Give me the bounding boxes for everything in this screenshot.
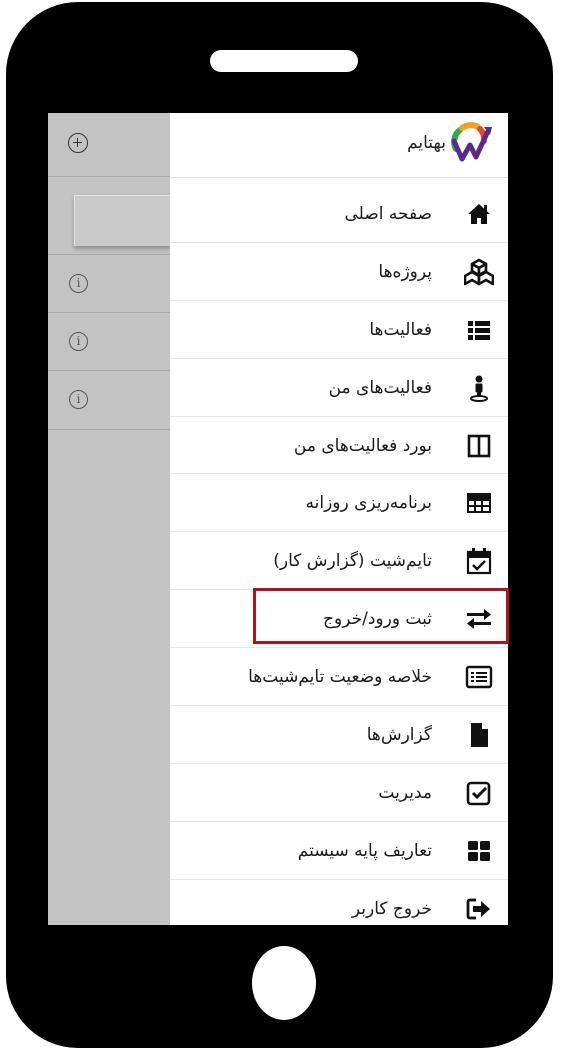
menu-item-label: صفحه اصلی bbox=[344, 203, 432, 224]
menu-item-system-definitions[interactable]: تعاریف پایه سیستم bbox=[170, 822, 508, 880]
table-icon bbox=[464, 488, 494, 518]
info-circle-icon[interactable]: i bbox=[69, 332, 88, 351]
behtime-logo-icon bbox=[451, 122, 492, 162]
divider bbox=[48, 429, 170, 430]
sign-out-icon bbox=[464, 894, 494, 924]
menu-item-timesheet[interactable]: تایم‌شیت (گزارش کار) bbox=[170, 532, 508, 591]
brand-name: بهتایم bbox=[407, 133, 446, 153]
menu-item-activities[interactable]: فعالیت‌ها bbox=[170, 301, 508, 359]
menu-item-label: پروژه‌ها bbox=[378, 261, 432, 282]
plus-circle-icon[interactable] bbox=[68, 133, 88, 153]
menu-item-reports[interactable]: گزارش‌ها bbox=[170, 706, 508, 764]
menu-item-logout[interactable]: خروج کاربر bbox=[170, 880, 508, 925]
info-circle-icon[interactable]: i bbox=[69, 274, 88, 293]
menu-item-label: مدیریت bbox=[378, 782, 432, 803]
divider bbox=[48, 176, 170, 177]
menu-item-home[interactable]: صفحه اصلی bbox=[170, 185, 508, 243]
user-pin-icon bbox=[464, 373, 494, 403]
divider bbox=[48, 254, 170, 255]
drawer-menu: صفحه اصلی پروژه‌ها فعالیت‌ها bbox=[170, 185, 508, 925]
grid-icon bbox=[464, 836, 494, 866]
menu-item-my-activities[interactable]: فعالیت‌های من bbox=[170, 359, 508, 417]
info-circle-icon[interactable]: i bbox=[69, 390, 88, 409]
menu-item-timesheet-summary[interactable]: خلاصه وضعیت تایم‌شیت‌ها bbox=[170, 648, 508, 707]
app-screen: i i i بهتایم صف bbox=[48, 113, 508, 925]
divider bbox=[48, 370, 170, 371]
columns-icon bbox=[464, 431, 494, 461]
menu-item-projects[interactable]: پروژه‌ها bbox=[170, 243, 508, 301]
menu-item-label: تعاریف پایه سیستم bbox=[297, 840, 432, 861]
menu-item-label: خلاصه وضعیت تایم‌شیت‌ها bbox=[248, 667, 432, 688]
menu-item-label: تایم‌شیت (گزارش کار) bbox=[273, 551, 432, 572]
phone-home-button[interactable] bbox=[252, 946, 316, 1020]
background-page: i i i bbox=[48, 113, 171, 925]
list-alt-icon bbox=[464, 662, 494, 692]
brand-logo[interactable]: بهتایم bbox=[362, 121, 494, 169]
divider bbox=[48, 312, 170, 313]
highlight-box bbox=[253, 588, 509, 644]
menu-item-label: خروج کاربر bbox=[351, 898, 432, 919]
menu-item-management[interactable]: مدیریت bbox=[170, 764, 508, 822]
drawer-header: بهتایم bbox=[170, 113, 508, 178]
home-icon bbox=[464, 199, 494, 229]
menu-item-label: گزارش‌ها bbox=[366, 724, 432, 745]
calendar-check-icon bbox=[464, 546, 494, 576]
navigation-drawer: بهتایم صفحه اصلی پروژه‌ها bbox=[170, 113, 508, 925]
menu-item-my-activity-board[interactable]: بورد فعالیت‌های من bbox=[170, 417, 508, 475]
menu-item-label: فعالیت‌ها bbox=[369, 319, 432, 340]
check-square-icon bbox=[464, 778, 494, 808]
background-card bbox=[74, 195, 171, 246]
menu-item-label: بورد فعالیت‌های من bbox=[293, 435, 432, 456]
list-icon bbox=[464, 315, 494, 345]
menu-item-label: فعالیت‌های من bbox=[328, 377, 432, 398]
menu-item-label: برنامه‌ریزی روزانه bbox=[305, 493, 432, 514]
menu-item-daily-planning[interactable]: برنامه‌ریزی روزانه bbox=[170, 474, 508, 533]
file-icon bbox=[464, 720, 494, 750]
phone-speaker bbox=[210, 50, 358, 72]
cubes-icon bbox=[464, 257, 494, 287]
